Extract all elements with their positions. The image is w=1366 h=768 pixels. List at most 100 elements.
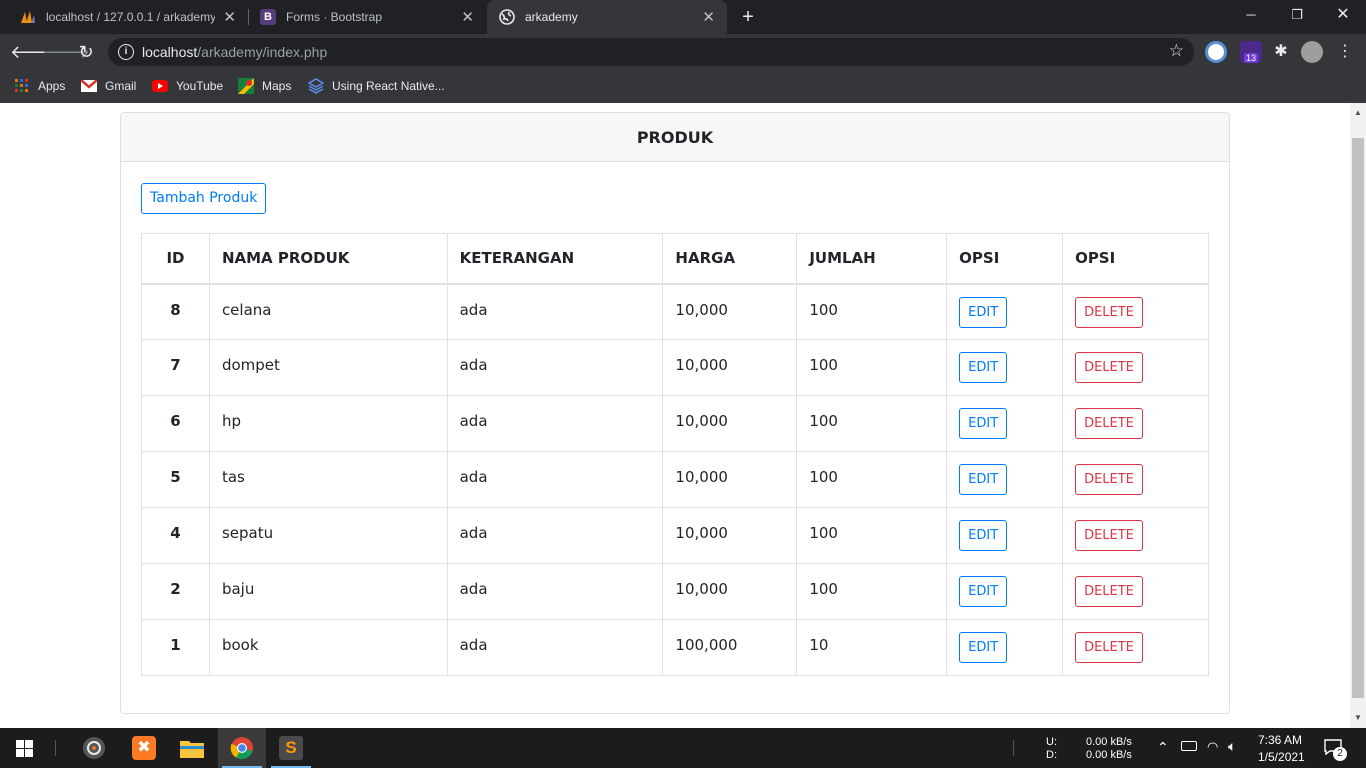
taskbar-xampp-icon[interactable]: ✖ [120,728,168,768]
back-button[interactable]: 🡐 [10,40,58,64]
delete-button[interactable]: DELETE [1075,576,1143,607]
cell-harga: 10,000 [662,283,798,340]
extension-badge-icon[interactable]: 13 [1240,41,1262,63]
delete-button[interactable]: DELETE [1075,352,1143,383]
edit-button[interactable]: EDIT [959,520,1008,551]
phpmyadmin-icon [20,9,36,25]
close-tab-icon[interactable]: ✕ [461,8,474,26]
taskbar-file-explorer-icon[interactable] [168,728,216,768]
tab-arkademy[interactable]: arkademy ✕ [487,0,727,34]
wifi-icon[interactable]: ◠ [1207,739,1218,755]
cell-id: 6 [141,395,210,452]
edit-button[interactable]: EDIT [959,464,1008,495]
produk-card: PRODUK Tambah Produk ID NAMA PRODUK KETE… [120,112,1230,714]
column-header-opsi-edit: OPSI [946,233,1064,285]
taskbar-chrome-icon[interactable] [218,728,266,768]
extensions-puzzle-icon[interactable]: ✱ [1270,41,1292,63]
cell-harga: 10,000 [662,395,798,452]
table-row: 5 tas ada 10,000 100 EDIT DELETE [141,451,1209,508]
menu-kebab-icon[interactable]: ⋮ [1334,41,1356,63]
windows-logo-icon [15,739,33,757]
reload-button[interactable]: ↻ [74,40,98,64]
close-window-button[interactable]: ✕ [1320,0,1366,30]
page-scrollbar[interactable]: ▲ ▼ [1350,103,1366,728]
delete-button[interactable]: DELETE [1075,408,1143,439]
edit-button[interactable]: EDIT [959,352,1008,383]
show-hidden-icons-chevron-icon[interactable]: ⌃ [1157,739,1169,756]
battery-icon[interactable] [1181,741,1197,751]
tab-title: localhost / 127.0.0.1 / arkademy / [46,10,216,24]
table-row: 7 dompet ada 10,000 100 EDIT DELETE [141,339,1209,396]
bookmark-label: Using React Native... [332,79,445,93]
delete-button[interactable]: DELETE [1075,520,1143,551]
edit-button[interactable]: EDIT [959,576,1008,607]
minimize-button[interactable]: ─ [1228,0,1274,30]
close-tab-icon[interactable]: ✕ [223,8,236,26]
cell-id: 2 [141,563,210,620]
cell-opsi-edit: EDIT [946,339,1064,396]
scrollbar-thumb[interactable] [1352,138,1364,698]
cell-keterangan: ada [446,563,664,620]
profile-avatar[interactable] [1301,41,1323,63]
scroll-down-arrow[interactable]: ▼ [1350,710,1366,726]
extension-compass-icon[interactable] [1205,41,1227,63]
forward-button[interactable]: 🡒 [42,40,90,64]
cell-jumlah: 100 [796,283,948,340]
card-title: PRODUK [121,113,1229,162]
edit-button[interactable]: EDIT [959,632,1008,663]
delete-button[interactable]: DELETE [1075,296,1143,328]
gmail-icon [81,78,97,94]
layers-icon [308,78,324,94]
cell-nama-produk: dompet [208,339,448,396]
cell-id: 4 [141,507,210,564]
column-header-id: ID [141,233,210,285]
cell-keterangan: ada [446,507,664,564]
column-header-jumlah: JUMLAH [796,233,948,285]
volume-icon[interactable]: 🔈︎ [1228,738,1236,755]
bookmark-maps[interactable]: Maps [238,76,291,96]
restore-button[interactable]: ❐ [1274,0,1320,30]
clock-date[interactable]: 1/5/2021 [1258,750,1305,764]
cell-keterangan: ada [446,339,664,396]
taskbar-sublime-text-icon[interactable]: S [267,728,315,768]
edit-button[interactable]: EDIT [959,408,1008,439]
start-button[interactable] [0,728,48,768]
cell-jumlah: 100 [796,451,948,508]
cell-opsi-delete: DELETE [1062,619,1209,676]
bookmark-youtube[interactable]: YouTube [152,76,223,96]
apps-grid-icon [14,78,30,94]
tab-bootstrap-forms[interactable]: B Forms · Bootstrap ✕ [248,0,486,34]
tab-phpmyadmin[interactable]: localhost / 127.0.0.1 / arkademy / ✕ [8,0,248,34]
windows-taskbar: ✖ S U: D: 0.00 kB/s 0.00 kB/s ⌃ ◠ 🔈︎ 7:3… [0,728,1366,768]
cell-opsi-delete: DELETE [1062,339,1209,396]
delete-button[interactable]: DELETE [1075,632,1143,663]
delete-button[interactable]: DELETE [1075,464,1143,495]
cell-keterangan: ada [446,395,664,452]
tray-divider [1013,740,1014,756]
cell-opsi-delete: DELETE [1062,395,1209,452]
bookmark-apps[interactable]: Apps [14,76,65,96]
taskbar-divider [55,740,56,756]
bookmark-star-icon[interactable]: ☆ [1169,41,1184,61]
table-row: 2 baju ada 10,000 100 EDIT DELETE [141,563,1209,620]
youtube-icon [152,78,168,94]
edit-button[interactable]: EDIT [959,296,1008,328]
scroll-up-arrow[interactable]: ▲ [1350,105,1366,121]
taskbar-media-player-icon[interactable] [70,728,118,768]
cell-opsi-delete: DELETE [1062,283,1209,340]
add-product-button[interactable]: Tambah Produk [141,183,267,214]
cell-jumlah: 10 [796,619,948,676]
table-row: 6 hp ada 10,000 100 EDIT DELETE [141,395,1209,452]
bookmark-react-native[interactable]: Using React Native... [308,76,445,96]
new-tab-button[interactable]: + [738,6,758,28]
address-bar[interactable]: i localhost/arkademy/index.php ☆ [108,38,1194,66]
table-header-row: ID NAMA PRODUK KETERANGAN HARGA JUMLAH O… [141,233,1209,285]
column-header-harga: HARGA [662,233,798,285]
site-info-icon[interactable]: i [118,44,134,60]
clock-time[interactable]: 7:36 AM [1258,733,1302,747]
close-tab-icon[interactable]: ✕ [702,8,715,26]
tab-title: arkademy [525,10,578,24]
cell-jumlah: 100 [796,507,948,564]
bookmark-gmail[interactable]: Gmail [81,76,136,96]
cell-harga: 100,000 [662,619,798,676]
